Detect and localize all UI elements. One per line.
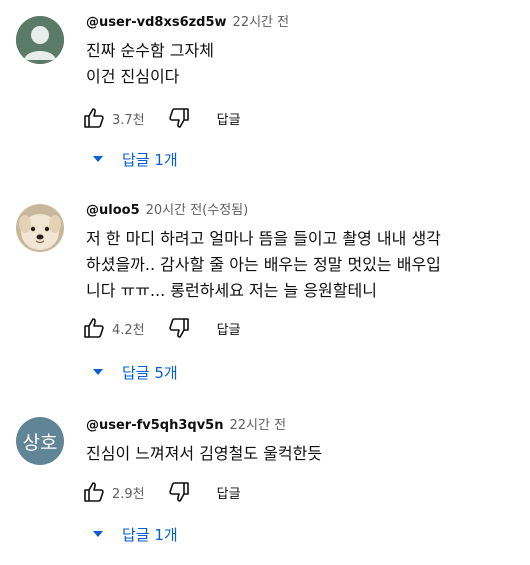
puppy-photo — [16, 204, 64, 252]
like-count: 4.2천 — [112, 322, 145, 338]
comment-time[interactable]: 22시간 전 — [229, 418, 286, 433]
chevron-down-icon — [93, 156, 103, 162]
like-icon[interactable] — [82, 106, 106, 130]
comment-time[interactable]: 20시간 전(수정됨) — [146, 203, 249, 218]
comment-actions: 4.2천 답글 — [82, 314, 241, 342]
avatar[interactable] — [16, 204, 64, 252]
comment-author[interactable]: @uloo5 — [86, 203, 140, 218]
comment-header: @user-vd8xs6zd5w 22시간 전 — [86, 14, 520, 32]
view-replies-button[interactable]: 답글 1개 — [92, 148, 178, 170]
dislike-icon[interactable] — [167, 106, 191, 130]
chevron-down-icon — [93, 369, 103, 375]
comment-header: @uloo5 20시간 전(수정됨) — [86, 202, 520, 220]
comment-text: 진심이 느껴져서 김영철도 울컥한듯 — [86, 444, 323, 463]
like-count: 3.7천 — [112, 112, 145, 128]
comment-time[interactable]: 22시간 전 — [233, 15, 290, 30]
replies-label: 답글 5개 — [122, 363, 178, 382]
reply-button[interactable]: 답글 — [217, 483, 241, 502]
like-count: 2.9천 — [112, 486, 145, 502]
replies-label: 답글 1개 — [122, 525, 178, 544]
replies-label: 답글 1개 — [122, 150, 178, 169]
avatar[interactable]: 상호 — [16, 417, 64, 465]
comment-actions: 3.7천 답글 — [82, 104, 241, 132]
comment-text: 저 한 마디 하려고 얼마나 뜸을 들이고 촬영 내내 생각 하셨을까.. 감사… — [86, 229, 441, 300]
dislike-icon[interactable] — [167, 480, 191, 504]
default-avatar-icon — [16, 16, 64, 64]
like-icon[interactable] — [82, 316, 106, 340]
comment-author[interactable]: @user-vd8xs6zd5w — [86, 15, 227, 30]
comment-header: @user-fv5qh3qv5n 22시간 전 — [86, 417, 520, 435]
comment-actions: 2.9천 답글 — [82, 478, 241, 506]
dislike-icon[interactable] — [167, 316, 191, 340]
comment-text: 진짜 순수함 그자체 이건 진심이다 — [86, 41, 214, 86]
reply-button[interactable]: 답글 — [217, 109, 241, 128]
reply-button[interactable]: 답글 — [217, 319, 241, 338]
avatar[interactable] — [16, 16, 64, 64]
avatar-initials: 상호 — [22, 431, 58, 454]
like-icon[interactable] — [82, 480, 106, 504]
chevron-down-icon — [93, 531, 103, 537]
comment-author[interactable]: @user-fv5qh3qv5n — [86, 418, 223, 433]
view-replies-button[interactable]: 답글 5개 — [92, 361, 178, 383]
view-replies-button[interactable]: 답글 1개 — [92, 523, 178, 545]
